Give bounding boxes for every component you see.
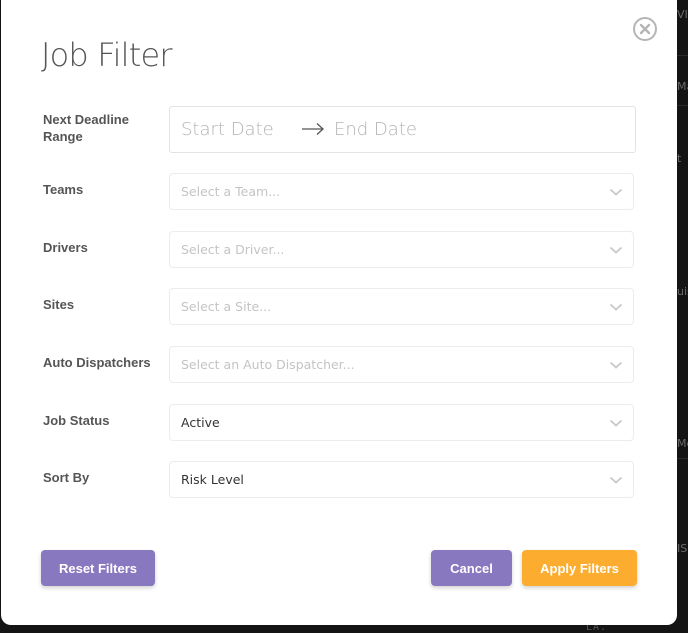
- start-date-input[interactable]: Start Date: [181, 119, 274, 140]
- chevron-down-icon: [609, 419, 623, 427]
- sites-select[interactable]: Select a Site...: [169, 288, 634, 325]
- job-status-value: Active: [181, 415, 220, 430]
- drivers-label: Drivers: [43, 240, 88, 255]
- chevron-down-icon: [609, 361, 623, 369]
- sort-by-value: Risk Level: [181, 472, 244, 487]
- background-divider: [677, 55, 688, 56]
- job-status-select[interactable]: Active: [169, 404, 634, 441]
- reset-filters-button[interactable]: Reset Filters: [41, 550, 155, 586]
- chevron-down-icon: [609, 476, 623, 484]
- close-button[interactable]: [632, 16, 658, 42]
- job-filter-modal: Job Filter Next Deadline Range Start Dat…: [1, 0, 677, 625]
- circle-x-icon: [633, 17, 657, 41]
- job-status-label: Job Status: [43, 413, 110, 428]
- sort-by-label: Sort By: [43, 470, 90, 485]
- sites-placeholder: Select a Site...: [181, 299, 272, 314]
- teams-select[interactable]: Select a Team...: [169, 173, 634, 210]
- background-text: Me: [677, 437, 688, 450]
- teams-label: Teams: [43, 182, 84, 197]
- background-divider: [677, 105, 688, 106]
- cancel-button[interactable]: Cancel: [431, 550, 512, 586]
- background-text: VIS: [677, 8, 688, 21]
- apply-filters-button[interactable]: Apply Filters: [522, 550, 637, 586]
- chevron-down-icon: [609, 188, 623, 196]
- background-text: IS: [677, 542, 688, 555]
- chevron-down-icon: [609, 303, 623, 311]
- background-text: uis: [677, 285, 688, 298]
- auto-dispatchers-label: Auto Dispatchers: [43, 355, 151, 370]
- auto-dispatchers-select[interactable]: Select an Auto Dispatcher...: [169, 346, 634, 383]
- teams-placeholder: Select a Team...: [181, 184, 281, 199]
- modal-title: Job Filter: [41, 36, 173, 74]
- end-date-input[interactable]: End Date: [334, 119, 417, 140]
- date-range-picker[interactable]: Start Date End Date: [169, 106, 636, 153]
- auto-dispatchers-placeholder: Select an Auto Dispatcher...: [181, 357, 355, 372]
- background-text: Ma: [677, 80, 688, 93]
- background-divider: [677, 458, 688, 459]
- arrow-right-icon: [302, 123, 324, 135]
- sites-label: Sites: [43, 297, 75, 312]
- chevron-down-icon: [609, 246, 623, 254]
- drivers-select[interactable]: Select a Driver...: [169, 231, 634, 268]
- sort-by-select[interactable]: Risk Level: [169, 461, 634, 498]
- drivers-placeholder: Select a Driver...: [181, 242, 285, 257]
- date-range-label: Next Deadline Range: [43, 112, 129, 144]
- background-text: t: [677, 152, 682, 165]
